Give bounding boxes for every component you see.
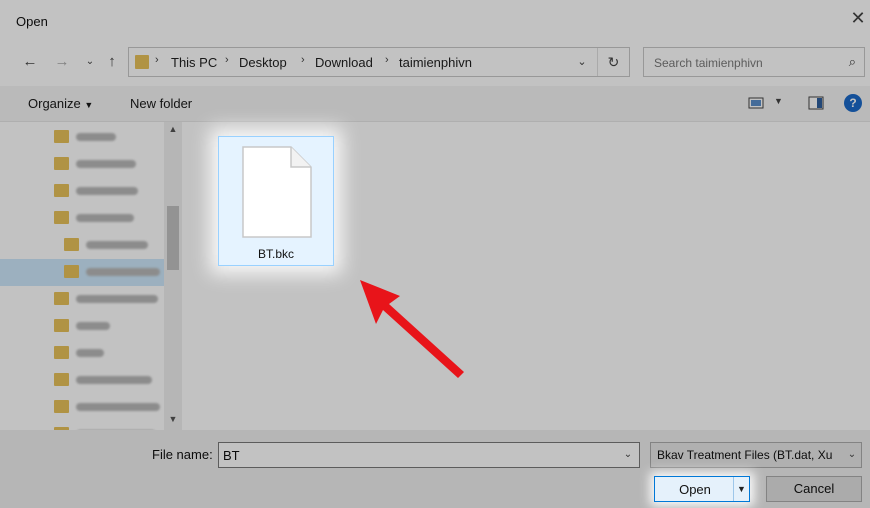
open-options-dropdown-icon[interactable]: ▼ xyxy=(733,477,749,501)
nav-item[interactable] xyxy=(0,232,164,259)
organize-label: Organize xyxy=(28,96,81,111)
nav-item[interactable] xyxy=(0,313,164,340)
folder-icon xyxy=(54,400,69,413)
refresh-icon[interactable]: ↻ xyxy=(597,48,629,76)
search-placeholder: Search taimienphivn xyxy=(654,56,763,70)
folder-icon xyxy=(54,130,69,143)
breadcrumb-separator-icon: › xyxy=(301,54,305,66)
scroll-down-icon[interactable]: ▼ xyxy=(164,414,182,428)
arrow-left-icon[interactable]: ← xyxy=(20,52,40,72)
chevron-down-icon[interactable]: ⌄ xyxy=(617,443,639,467)
breadcrumb-taimienphivn[interactable]: taimienphivn xyxy=(399,55,472,70)
breadcrumb-separator-icon: › xyxy=(155,54,159,66)
new-folder-button[interactable]: New folder xyxy=(130,96,192,111)
folder-icon xyxy=(54,157,69,170)
address-row: ← → ⌄ ↑ › This PC › Desktop › Download ›… xyxy=(0,40,870,86)
navigation-pane[interactable]: ▲ ▼ xyxy=(0,122,182,430)
folder-icon xyxy=(54,373,69,386)
file-name-label: File name: xyxy=(152,447,213,462)
folder-icon xyxy=(54,319,69,332)
address-dropdown-icon[interactable]: ⌄ xyxy=(567,48,597,76)
file-item-label: BT.bkc xyxy=(257,247,294,261)
open-button-label: Open xyxy=(679,482,711,497)
folder-icon xyxy=(54,184,69,197)
nav-item[interactable] xyxy=(0,394,164,421)
breadcrumb-separator-icon: › xyxy=(385,54,389,66)
scrollbar-thumb[interactable] xyxy=(167,206,179,270)
file-type-value: Bkav Treatment Files (BT.dat, Xu xyxy=(657,448,833,462)
nav-item[interactable] xyxy=(0,151,164,178)
folder-icon xyxy=(135,55,149,69)
view-dropdown-icon[interactable]: ▼ xyxy=(774,96,783,110)
window-title: Open xyxy=(16,14,48,29)
file-name-value: BT xyxy=(223,448,240,463)
folder-icon xyxy=(54,211,69,224)
breadcrumb-desktop[interactable]: Desktop xyxy=(239,55,287,70)
nav-item[interactable] xyxy=(0,205,164,232)
open-button[interactable]: Open ▼ xyxy=(654,476,750,502)
help-icon[interactable]: ? xyxy=(844,94,862,112)
address-bar[interactable]: › This PC › Desktop › Download › taimien… xyxy=(128,47,630,77)
chevron-down-icon: ▼ xyxy=(84,100,94,110)
search-box[interactable]: Search taimienphivn ⌕ xyxy=(643,47,865,77)
chevron-down-icon[interactable]: ⌄ xyxy=(80,52,100,72)
preview-pane-icon[interactable] xyxy=(808,96,824,110)
nav-item[interactable] xyxy=(0,340,164,367)
nav-item[interactable] xyxy=(0,367,164,394)
breadcrumb-download[interactable]: Download xyxy=(315,55,373,70)
file-type-select[interactable]: Bkav Treatment Files (BT.dat, Xu ⌄ xyxy=(650,442,862,468)
scroll-up-icon[interactable]: ▲ xyxy=(164,124,182,138)
document-icon xyxy=(242,146,312,238)
file-name-input[interactable]: BT ⌄ xyxy=(218,442,640,468)
folder-icon xyxy=(54,292,69,305)
cancel-button[interactable]: Cancel xyxy=(766,476,862,502)
organize-menu[interactable]: Organize ▼ xyxy=(28,96,93,111)
nav-item[interactable] xyxy=(0,286,164,313)
breadcrumb-separator-icon: › xyxy=(225,54,229,66)
folder-icon xyxy=(54,346,69,359)
toolbar: Organize ▼ New folder ▼ ? xyxy=(0,86,870,122)
breadcrumb-this-pc[interactable]: This PC xyxy=(171,55,217,70)
nav-item-selected[interactable] xyxy=(0,259,164,286)
folder-icon xyxy=(64,265,79,278)
view-options-icon[interactable] xyxy=(748,96,764,110)
folder-icon xyxy=(64,238,79,251)
arrow-up-icon[interactable]: ↑ xyxy=(102,52,122,72)
nav-item[interactable] xyxy=(0,178,164,205)
chevron-down-icon[interactable]: ⌄ xyxy=(843,443,861,467)
nav-scrollbar[interactable]: ▲ ▼ xyxy=(164,122,182,430)
arrow-right-icon[interactable]: → xyxy=(52,52,72,72)
search-icon[interactable]: ⌕ xyxy=(849,54,856,70)
close-icon[interactable]: ✕ xyxy=(848,8,868,28)
open-file-dialog: Open ✕ ← → ⌄ ↑ › This PC › Desktop › Dow… xyxy=(0,0,870,508)
title-bar: Open ✕ xyxy=(0,0,870,40)
nav-item[interactable] xyxy=(0,421,164,430)
nav-item[interactable] xyxy=(0,124,164,151)
file-item-bt-bkc[interactable]: BT.bkc xyxy=(218,136,334,266)
